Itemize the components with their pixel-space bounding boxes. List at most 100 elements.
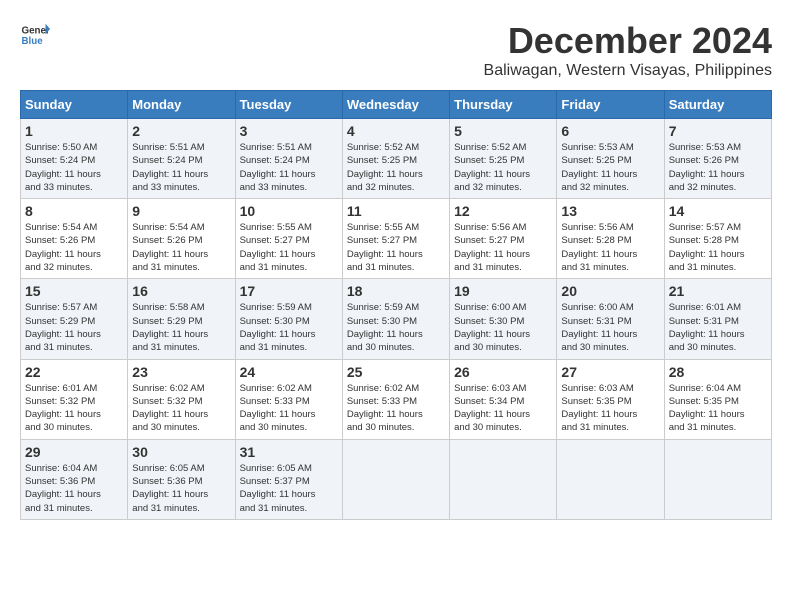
calendar-cell: 16 Sunrise: 5:58 AM Sunset: 5:29 PM Dayli… xyxy=(128,279,235,359)
day-number: 7 xyxy=(669,123,767,139)
calendar-row: 8 Sunrise: 5:54 AM Sunset: 5:26 PM Daylig… xyxy=(21,199,772,279)
location: Baliwagan, Western Visayas, Philippines xyxy=(484,62,772,80)
day-info: Sunrise: 5:59 AM Sunset: 5:30 PM Dayligh… xyxy=(240,301,338,354)
day-info: Sunrise: 6:04 AM Sunset: 5:35 PM Dayligh… xyxy=(669,382,767,435)
day-info: Sunrise: 5:55 AM Sunset: 5:27 PM Dayligh… xyxy=(347,221,445,274)
day-info: Sunrise: 5:58 AM Sunset: 5:29 PM Dayligh… xyxy=(132,301,230,354)
day-number: 27 xyxy=(561,364,659,380)
calendar-cell: 15Sunrise: 5:57 AM Sunset: 5:29 PM Dayli… xyxy=(21,279,128,359)
day-info: Sunrise: 5:56 AM Sunset: 5:27 PM Dayligh… xyxy=(454,221,552,274)
col-thursday: Thursday xyxy=(450,91,557,119)
logo: General Blue xyxy=(20,20,50,50)
col-tuesday: Tuesday xyxy=(235,91,342,119)
calendar-cell: 4 Sunrise: 5:52 AM Sunset: 5:25 PM Daylig… xyxy=(342,119,449,199)
day-number: 23 xyxy=(132,364,230,380)
calendar-cell: 3 Sunrise: 5:51 AM Sunset: 5:24 PM Daylig… xyxy=(235,119,342,199)
calendar-cell: 1Sunrise: 5:50 AM Sunset: 5:24 PM Daylig… xyxy=(21,119,128,199)
day-info: Sunrise: 5:51 AM Sunset: 5:24 PM Dayligh… xyxy=(240,141,338,194)
day-info: Sunrise: 6:03 AM Sunset: 5:34 PM Dayligh… xyxy=(454,382,552,435)
calendar-cell: 14 Sunrise: 5:57 AM Sunset: 5:28 PM Dayli… xyxy=(664,199,771,279)
day-info: Sunrise: 6:02 AM Sunset: 5:32 PM Dayligh… xyxy=(132,382,230,435)
day-info: Sunrise: 6:02 AM Sunset: 5:33 PM Dayligh… xyxy=(240,382,338,435)
calendar-cell: 12 Sunrise: 5:56 AM Sunset: 5:27 PM Dayli… xyxy=(450,199,557,279)
title-section: December 2024 Baliwagan, Western Visayas… xyxy=(484,20,772,80)
calendar-row: 22Sunrise: 6:01 AM Sunset: 5:32 PM Dayli… xyxy=(21,359,772,439)
day-number: 4 xyxy=(347,123,445,139)
day-info: Sunrise: 5:53 AM Sunset: 5:25 PM Dayligh… xyxy=(561,141,659,194)
day-info: Sunrise: 6:00 AM Sunset: 5:30 PM Dayligh… xyxy=(454,301,552,354)
day-info: Sunrise: 6:05 AM Sunset: 5:37 PM Dayligh… xyxy=(240,462,338,515)
day-number: 9 xyxy=(132,203,230,219)
day-info: Sunrise: 5:55 AM Sunset: 5:27 PM Dayligh… xyxy=(240,221,338,274)
day-info: Sunrise: 6:03 AM Sunset: 5:35 PM Dayligh… xyxy=(561,382,659,435)
calendar-header-row: Sunday Monday Tuesday Wednesday Thursday… xyxy=(21,91,772,119)
day-info: Sunrise: 5:51 AM Sunset: 5:24 PM Dayligh… xyxy=(132,141,230,194)
day-info: Sunrise: 6:05 AM Sunset: 5:36 PM Dayligh… xyxy=(132,462,230,515)
calendar-cell: 22Sunrise: 6:01 AM Sunset: 5:32 PM Dayli… xyxy=(21,359,128,439)
day-info: Sunrise: 5:52 AM Sunset: 5:25 PM Dayligh… xyxy=(347,141,445,194)
day-info: Sunrise: 5:59 AM Sunset: 5:30 PM Dayligh… xyxy=(347,301,445,354)
day-number: 12 xyxy=(454,203,552,219)
day-info: Sunrise: 5:57 AM Sunset: 5:29 PM Dayligh… xyxy=(25,301,123,354)
calendar-cell: 19Sunrise: 6:00 AM Sunset: 5:30 PM Dayli… xyxy=(450,279,557,359)
day-info: Sunrise: 6:02 AM Sunset: 5:33 PM Dayligh… xyxy=(347,382,445,435)
col-friday: Friday xyxy=(557,91,664,119)
day-number: 8 xyxy=(25,203,123,219)
day-number: 18 xyxy=(347,283,445,299)
day-info: Sunrise: 5:57 AM Sunset: 5:28 PM Dayligh… xyxy=(669,221,767,274)
day-info: Sunrise: 5:54 AM Sunset: 5:26 PM Dayligh… xyxy=(25,221,123,274)
col-sunday: Sunday xyxy=(21,91,128,119)
day-number: 13 xyxy=(561,203,659,219)
calendar-cell: 8 Sunrise: 5:54 AM Sunset: 5:26 PM Daylig… xyxy=(21,199,128,279)
day-number: 17 xyxy=(240,283,338,299)
day-number: 20 xyxy=(561,283,659,299)
calendar-cell: 26Sunrise: 6:03 AM Sunset: 5:34 PM Dayli… xyxy=(450,359,557,439)
day-number: 3 xyxy=(240,123,338,139)
day-number: 5 xyxy=(454,123,552,139)
calendar-cell: 27 Sunrise: 6:03 AM Sunset: 5:35 PM Dayli… xyxy=(557,359,664,439)
day-number: 6 xyxy=(561,123,659,139)
month-year: December 2024 xyxy=(484,20,772,62)
day-number: 29 xyxy=(25,444,123,460)
day-number: 10 xyxy=(240,203,338,219)
calendar-cell: 2Sunrise: 5:51 AM Sunset: 5:24 PM Daylig… xyxy=(128,119,235,199)
day-number: 30 xyxy=(132,444,230,460)
calendar-cell: 5 Sunrise: 5:52 AM Sunset: 5:25 PM Daylig… xyxy=(450,119,557,199)
calendar-cell: 25 Sunrise: 6:02 AM Sunset: 5:33 PM Dayli… xyxy=(342,359,449,439)
day-number: 24 xyxy=(240,364,338,380)
day-number: 25 xyxy=(347,364,445,380)
day-info: Sunrise: 5:53 AM Sunset: 5:26 PM Dayligh… xyxy=(669,141,767,194)
day-info: Sunrise: 6:01 AM Sunset: 5:31 PM Dayligh… xyxy=(669,301,767,354)
day-number: 31 xyxy=(240,444,338,460)
col-monday: Monday xyxy=(128,91,235,119)
calendar-cell: 20 Sunrise: 6:00 AM Sunset: 5:31 PM Dayli… xyxy=(557,279,664,359)
col-wednesday: Wednesday xyxy=(342,91,449,119)
day-info: Sunrise: 5:52 AM Sunset: 5:25 PM Dayligh… xyxy=(454,141,552,194)
day-number: 11 xyxy=(347,203,445,219)
calendar-row: 15Sunrise: 5:57 AM Sunset: 5:29 PM Dayli… xyxy=(21,279,772,359)
day-info: Sunrise: 5:56 AM Sunset: 5:28 PM Dayligh… xyxy=(561,221,659,274)
calendar-row: 29Sunrise: 6:04 AM Sunset: 5:36 PM Dayli… xyxy=(21,439,772,519)
calendar-cell: 13 Sunrise: 5:56 AM Sunset: 5:28 PM Dayli… xyxy=(557,199,664,279)
calendar-cell: 6 Sunrise: 5:53 AM Sunset: 5:25 PM Daylig… xyxy=(557,119,664,199)
calendar-cell: 17 Sunrise: 5:59 AM Sunset: 5:30 PM Dayli… xyxy=(235,279,342,359)
calendar-cell: 7 Sunrise: 5:53 AM Sunset: 5:26 PM Daylig… xyxy=(664,119,771,199)
day-info: Sunrise: 6:00 AM Sunset: 5:31 PM Dayligh… xyxy=(561,301,659,354)
day-number: 28 xyxy=(669,364,767,380)
calendar-cell xyxy=(450,439,557,519)
calendar-cell: 10 Sunrise: 5:55 AM Sunset: 5:27 PM Dayli… xyxy=(235,199,342,279)
svg-text:Blue: Blue xyxy=(22,36,44,47)
calendar-cell: 29Sunrise: 6:04 AM Sunset: 5:36 PM Dayli… xyxy=(21,439,128,519)
calendar-row: 1Sunrise: 5:50 AM Sunset: 5:24 PM Daylig… xyxy=(21,119,772,199)
calendar-cell: 18 Sunrise: 5:59 AM Sunset: 5:30 PM Dayli… xyxy=(342,279,449,359)
calendar-cell xyxy=(342,439,449,519)
day-number: 1 xyxy=(25,123,123,139)
calendar-cell xyxy=(664,439,771,519)
logo-icon: General Blue xyxy=(20,20,50,50)
calendar-cell xyxy=(557,439,664,519)
calendar-table: Sunday Monday Tuesday Wednesday Thursday… xyxy=(20,90,772,520)
calendar-cell: 11 Sunrise: 5:55 AM Sunset: 5:27 PM Dayli… xyxy=(342,199,449,279)
day-number: 16 xyxy=(132,283,230,299)
calendar-cell: 31 Sunrise: 6:05 AM Sunset: 5:37 PM Dayli… xyxy=(235,439,342,519)
day-number: 14 xyxy=(669,203,767,219)
